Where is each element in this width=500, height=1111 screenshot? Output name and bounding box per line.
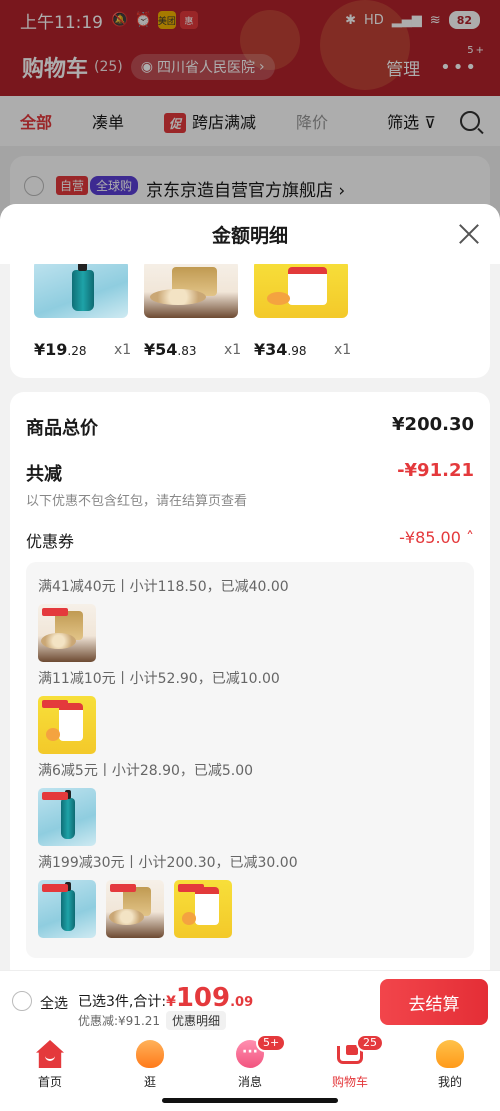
product-list: ¥19.28 x1 ¥54.83 x1 ¥34.98 x1 — [10, 264, 490, 378]
price-breakdown-card: 商品总价 ¥200.30 共减 -¥91.21 以下优惠不包含红包，请在结算页查… — [10, 392, 490, 970]
product-quantity: x1 — [224, 342, 242, 358]
coupon-rule: 满41减40元丨小计118.50，已减40.00 — [38, 579, 289, 595]
close-icon[interactable] — [458, 223, 480, 245]
coupon-product-thumb — [38, 696, 96, 754]
product-image-supplement[interactable] — [254, 264, 348, 318]
select-all-label[interactable]: 全选 — [40, 993, 68, 1013]
tab-me-label: 我的 — [437, 1075, 462, 1089]
sheet-header: 金额明细 — [0, 204, 500, 264]
coupon-rule: 满199减30元丨小计200.30，已减30.00 — [38, 855, 298, 871]
coupon-product-thumb — [38, 604, 96, 662]
select-all-checkbox[interactable] — [12, 991, 32, 1011]
coupon-product-thumb — [38, 880, 96, 938]
reduction-value: -¥91.21 — [397, 460, 474, 481]
product-image-shampoo[interactable] — [34, 264, 128, 318]
messages-badge: 5+ — [256, 1034, 287, 1052]
profile-icon — [436, 1040, 464, 1068]
product-price: ¥19.28 — [34, 340, 87, 359]
home-indicator[interactable] — [162, 1098, 338, 1103]
coupon-rule: 满6减5元丨小计28.90，已减5.00 — [38, 763, 254, 779]
coupon-product-thumb — [38, 788, 96, 846]
total-row: 商品总价 ¥200.30 — [26, 414, 474, 440]
reduction-note: 以下优惠不包含红包，请在结算页查看 — [26, 494, 248, 509]
reduction-label: 共减 — [26, 464, 62, 485]
home-icon — [36, 1040, 64, 1068]
coupon-detail-list: 满41减40元丨小计118.50，已减40.00 满11减10元丨小计52.90… — [26, 562, 474, 958]
product-price: ¥34.98 — [254, 340, 307, 359]
coupon-rule: 满11减10元丨小计52.90，已减10.00 — [38, 671, 280, 687]
amount-detail-sheet: 金额明细 ¥19.28 x1 ¥54.83 x1 ¥34.98 x1 商品总价 … — [0, 204, 500, 970]
product-image-jar[interactable] — [144, 264, 238, 318]
product-price: ¥54.83 — [144, 340, 197, 359]
product-quantity: x1 — [114, 342, 132, 358]
tab-home-label: 首页 — [37, 1075, 62, 1089]
tab-browse-label: 逛 — [143, 1075, 156, 1089]
total-currency: ¥ — [166, 994, 176, 1010]
settle-bar: 全选 已选3件,合计: ¥ 109 .09 优惠减:¥91.21 优惠明细 去结… — [0, 970, 500, 1032]
product-quantity: x1 — [334, 342, 352, 358]
tab-messages-label: 消息 — [237, 1075, 262, 1089]
sheet-title: 金额明细 — [211, 224, 288, 247]
total-amount-int: 109 — [175, 983, 231, 1013]
total-value: ¥200.30 — [392, 414, 474, 435]
checkout-button[interactable]: 去结算 — [380, 979, 488, 1025]
selected-count-text: 已选3件,合计: — [78, 994, 167, 1010]
tab-home[interactable]: 首页 — [0, 1032, 100, 1111]
total-label: 商品总价 — [26, 418, 98, 439]
coupon-row[interactable]: 优惠券 -¥85.00 ˄ — [26, 528, 474, 552]
tab-cart-label: 购物车 — [331, 1075, 368, 1089]
order-summary: 已选3件,合计: ¥ 109 .09 — [78, 985, 253, 1011]
discount-summary: 优惠减:¥91.21 优惠明细 — [78, 1011, 227, 1030]
total-amount-dec: .09 — [230, 995, 254, 1010]
cart-badge: 25 — [356, 1034, 384, 1052]
coupon-value: -¥85.00 ˄ — [399, 528, 474, 547]
discount-text: 优惠减:¥91.21 — [78, 1014, 161, 1028]
tab-me[interactable]: 我的 — [400, 1032, 500, 1111]
coupon-label: 优惠券 — [26, 532, 75, 551]
coupon-product-thumb — [174, 880, 232, 938]
discount-detail-button[interactable]: 优惠明细 — [166, 1011, 227, 1030]
coupon-product-thumb — [106, 880, 164, 938]
browse-icon — [136, 1040, 164, 1068]
reduction-row: 共减 -¥91.21 — [26, 460, 474, 486]
